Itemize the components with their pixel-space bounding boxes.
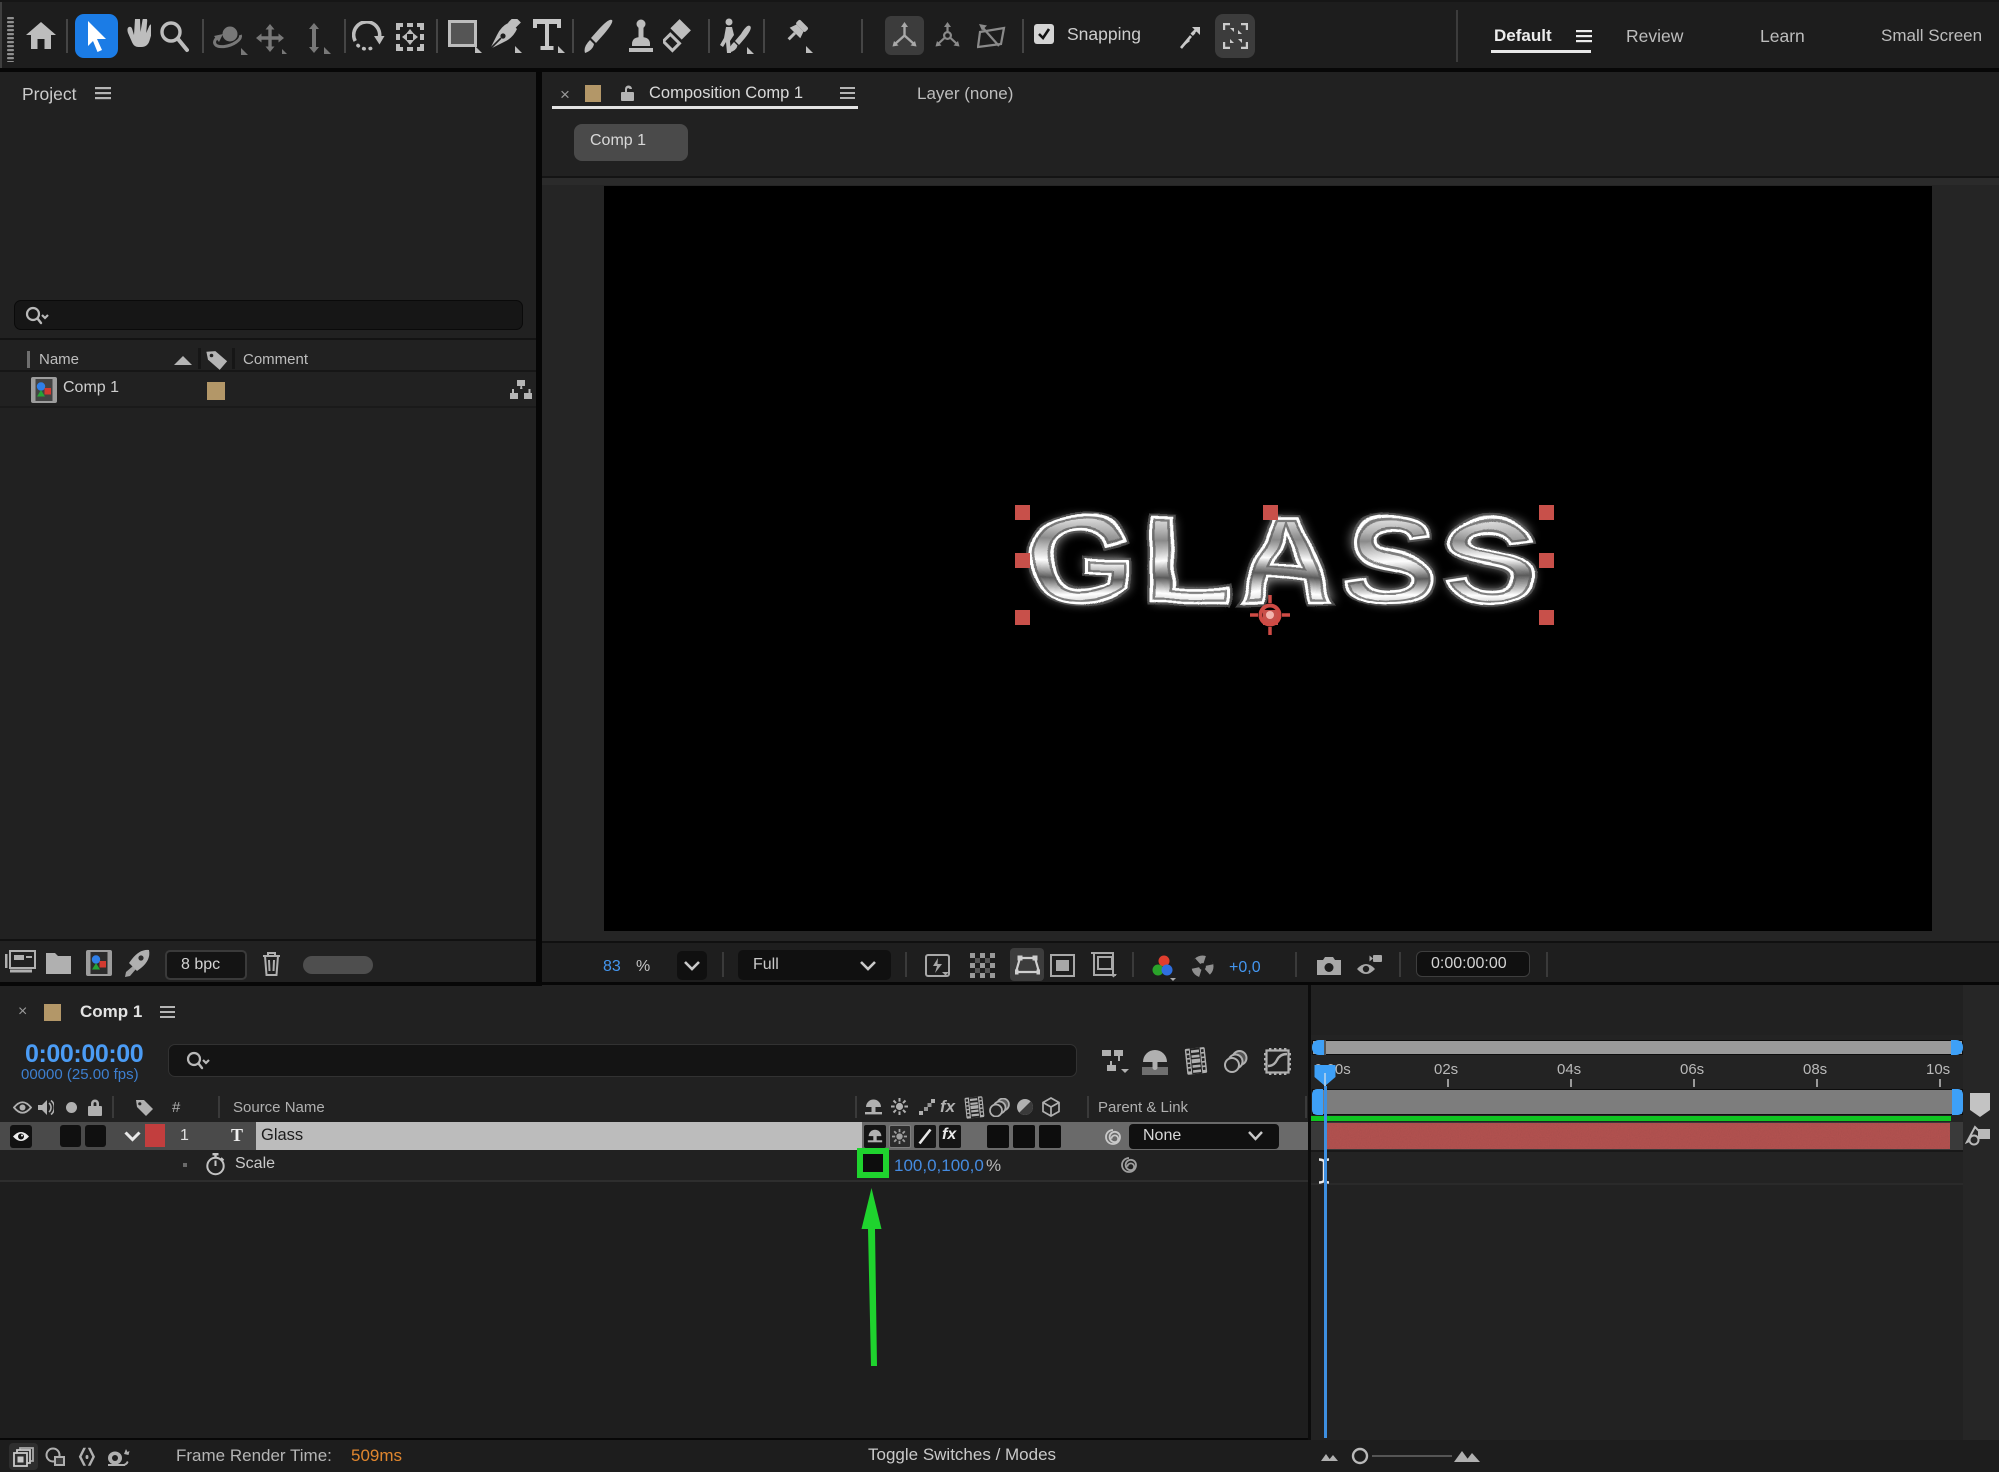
svg-text:GLASS: GLASS	[1027, 492, 1545, 628]
